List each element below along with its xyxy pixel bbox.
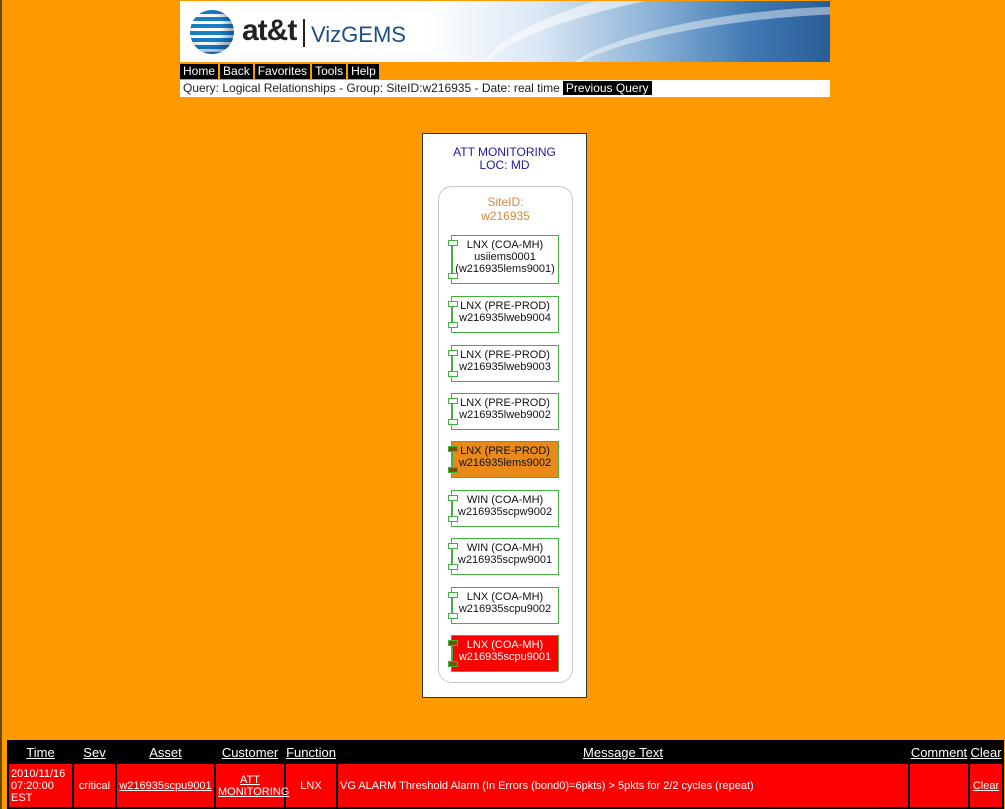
node-connector-tab [448,640,458,646]
node-type: WIN (COA-MH) [466,542,544,554]
node-connector-tab [448,495,458,501]
site-label[interactable]: SiteID: w216935 [439,195,572,223]
node-type: LNX (PRE-PROD) [460,349,550,361]
node-alias: (w216935lems9001) [455,263,555,275]
node-hostname: w216935scpu9002 [458,603,552,615]
node-type: WIN (COA-MH) [466,494,544,506]
brand-separator [303,19,305,47]
site-id: w216935 [481,209,530,223]
node-type: LNX (COA-MH) [466,239,544,251]
alarm-customer-name-line2: MONITORING [218,785,290,798]
alarm-header-row: Time Sev Asset Customer Function Message… [7,740,1004,764]
server-node[interactable]: WIN (COA-MH) w216935scpw9002 [448,490,559,527]
node-type: LNX (PRE-PROD) [460,300,550,312]
menu-help[interactable]: Help [348,64,379,79]
customer-title[interactable]: ATT MONITORING LOC: MD [423,146,586,172]
alarm-table: Time Sev Asset Customer Function Message… [7,740,1004,809]
node-hostname: w216935scpu9001 [458,651,552,663]
node-hostname: w216935scpw9001 [457,554,553,566]
query-text: Query: Logical Relationships - Group: Si… [183,81,560,95]
node-connector-tab [448,564,458,570]
alarm-date: 2010/11/16 [11,767,66,780]
node-connector-tab [448,419,458,425]
alarm-asset-link[interactable]: w216935scpu9001 [119,780,211,792]
node-connector-tab [448,446,458,452]
node-type: LNX (COA-MH) [466,591,544,603]
node-hostname: w216935lweb9002 [459,409,551,421]
site-group: SiteID: w216935 LNX (COA-MH) usiiems0001… [438,186,573,683]
node-connector-tab [448,592,458,598]
server-node[interactable]: LNX (PRE-PROD) w216935lweb9004 [448,296,559,333]
alarm-customer-link[interactable]: ATT MONITORING [218,774,289,798]
header-banner: at&t VizGEMS [180,1,830,62]
site-label-caption: SiteID: [487,195,524,209]
node-connector-tab [448,301,458,307]
alarm-comment[interactable] [908,762,970,809]
node-connector-tab [448,661,458,667]
query-bar: Query: Logical Relationships - Group: Si… [180,80,830,97]
col-header-comment[interactable]: Comment [908,740,970,764]
brand-logo-text: at&t [242,14,297,47]
server-node[interactable]: LNX (PRE-PROD) w216935lweb9003 [448,345,559,382]
menu-home[interactable]: Home [180,64,219,79]
alarm-time: 2010/11/16 07:20:00 EST [7,762,74,809]
att-globe-logo-icon [190,10,234,54]
col-header-asset[interactable]: Asset [115,740,216,764]
previous-query-button[interactable]: Previous Query [562,81,652,95]
menu-favorites[interactable]: Favorites [254,64,311,79]
col-header-message[interactable]: Message Text [336,740,910,764]
alarm-customer-cell: ATT MONITORING [214,762,289,809]
server-node[interactable]: WIN (COA-MH) w216935scpw9001 [448,538,559,575]
node-connector-tab [448,398,458,404]
server-node[interactable]: LNX (COA-MH) w216935scpu9002 [448,587,559,624]
node-hostname: w216935lweb9004 [459,312,551,324]
node-connector-tab [448,543,458,549]
node-connector [452,244,453,275]
relationship-panel: ATT MONITORING LOC: MD SiteID: w216935 L… [422,133,587,698]
alarm-clear-cell: Clear [968,762,1004,809]
alarm-message: VG ALARM Threshold Alarm (In Errors (bon… [336,762,910,809]
menu-back[interactable]: Back [220,64,253,79]
customer-location: LOC: MD [479,158,530,172]
alarm-severity: critical [72,762,117,809]
node-connector-tab [448,371,458,377]
alarm-clock-time: 07:20:00 [11,779,54,792]
node-connector-tab [448,322,458,328]
node-connector-tab [448,240,458,246]
node-connector-tab [448,516,458,522]
node-connector-tab [448,467,458,473]
server-node-critical[interactable]: LNX (COA-MH) w216935scpu9001 [448,635,559,672]
product-name: VizGEMS [311,22,406,47]
node-connector-tab [448,613,458,619]
alarm-asset-cell: w216935scpu9001 [115,762,216,809]
alarm-function: LNX [284,762,338,809]
server-node[interactable]: LNX (COA-MH) usiiems0001 (w216935lems900… [448,235,559,284]
col-header-clear[interactable]: Clear [968,740,1004,764]
col-header-sev[interactable]: Sev [72,740,117,764]
node-type: LNX (COA-MH) [466,639,544,651]
col-header-function[interactable]: Function [284,740,338,764]
col-header-time[interactable]: Time [7,740,74,764]
node-connector-tab [448,350,458,356]
table-row: 2010/11/16 07:20:00 EST critical w216935… [7,762,1004,809]
node-type: LNX (PRE-PROD) [460,397,550,409]
alarm-customer-name: ATT [240,773,260,786]
node-type: LNX (PRE-PROD) [460,445,550,457]
alarm-timezone: EST [11,791,33,804]
node-hostname: w216935scpw9002 [457,506,553,518]
col-header-customer[interactable]: Customer [214,740,286,764]
menu-tools[interactable]: Tools [312,64,347,79]
alarm-clear-link[interactable]: Clear [973,780,999,792]
node-hostname: w216935lems9002 [458,457,552,469]
server-node[interactable]: LNX (PRE-PROD) w216935lweb9002 [448,393,559,430]
node-hostname: usiiems0001 [474,251,536,263]
server-node-warning[interactable]: LNX (PRE-PROD) w216935lems9002 [448,441,559,478]
node-connector-tab [448,273,458,279]
node-hostname: w216935lweb9003 [459,361,551,373]
main-menu: Home Back Favorites Tools Help [180,64,379,79]
